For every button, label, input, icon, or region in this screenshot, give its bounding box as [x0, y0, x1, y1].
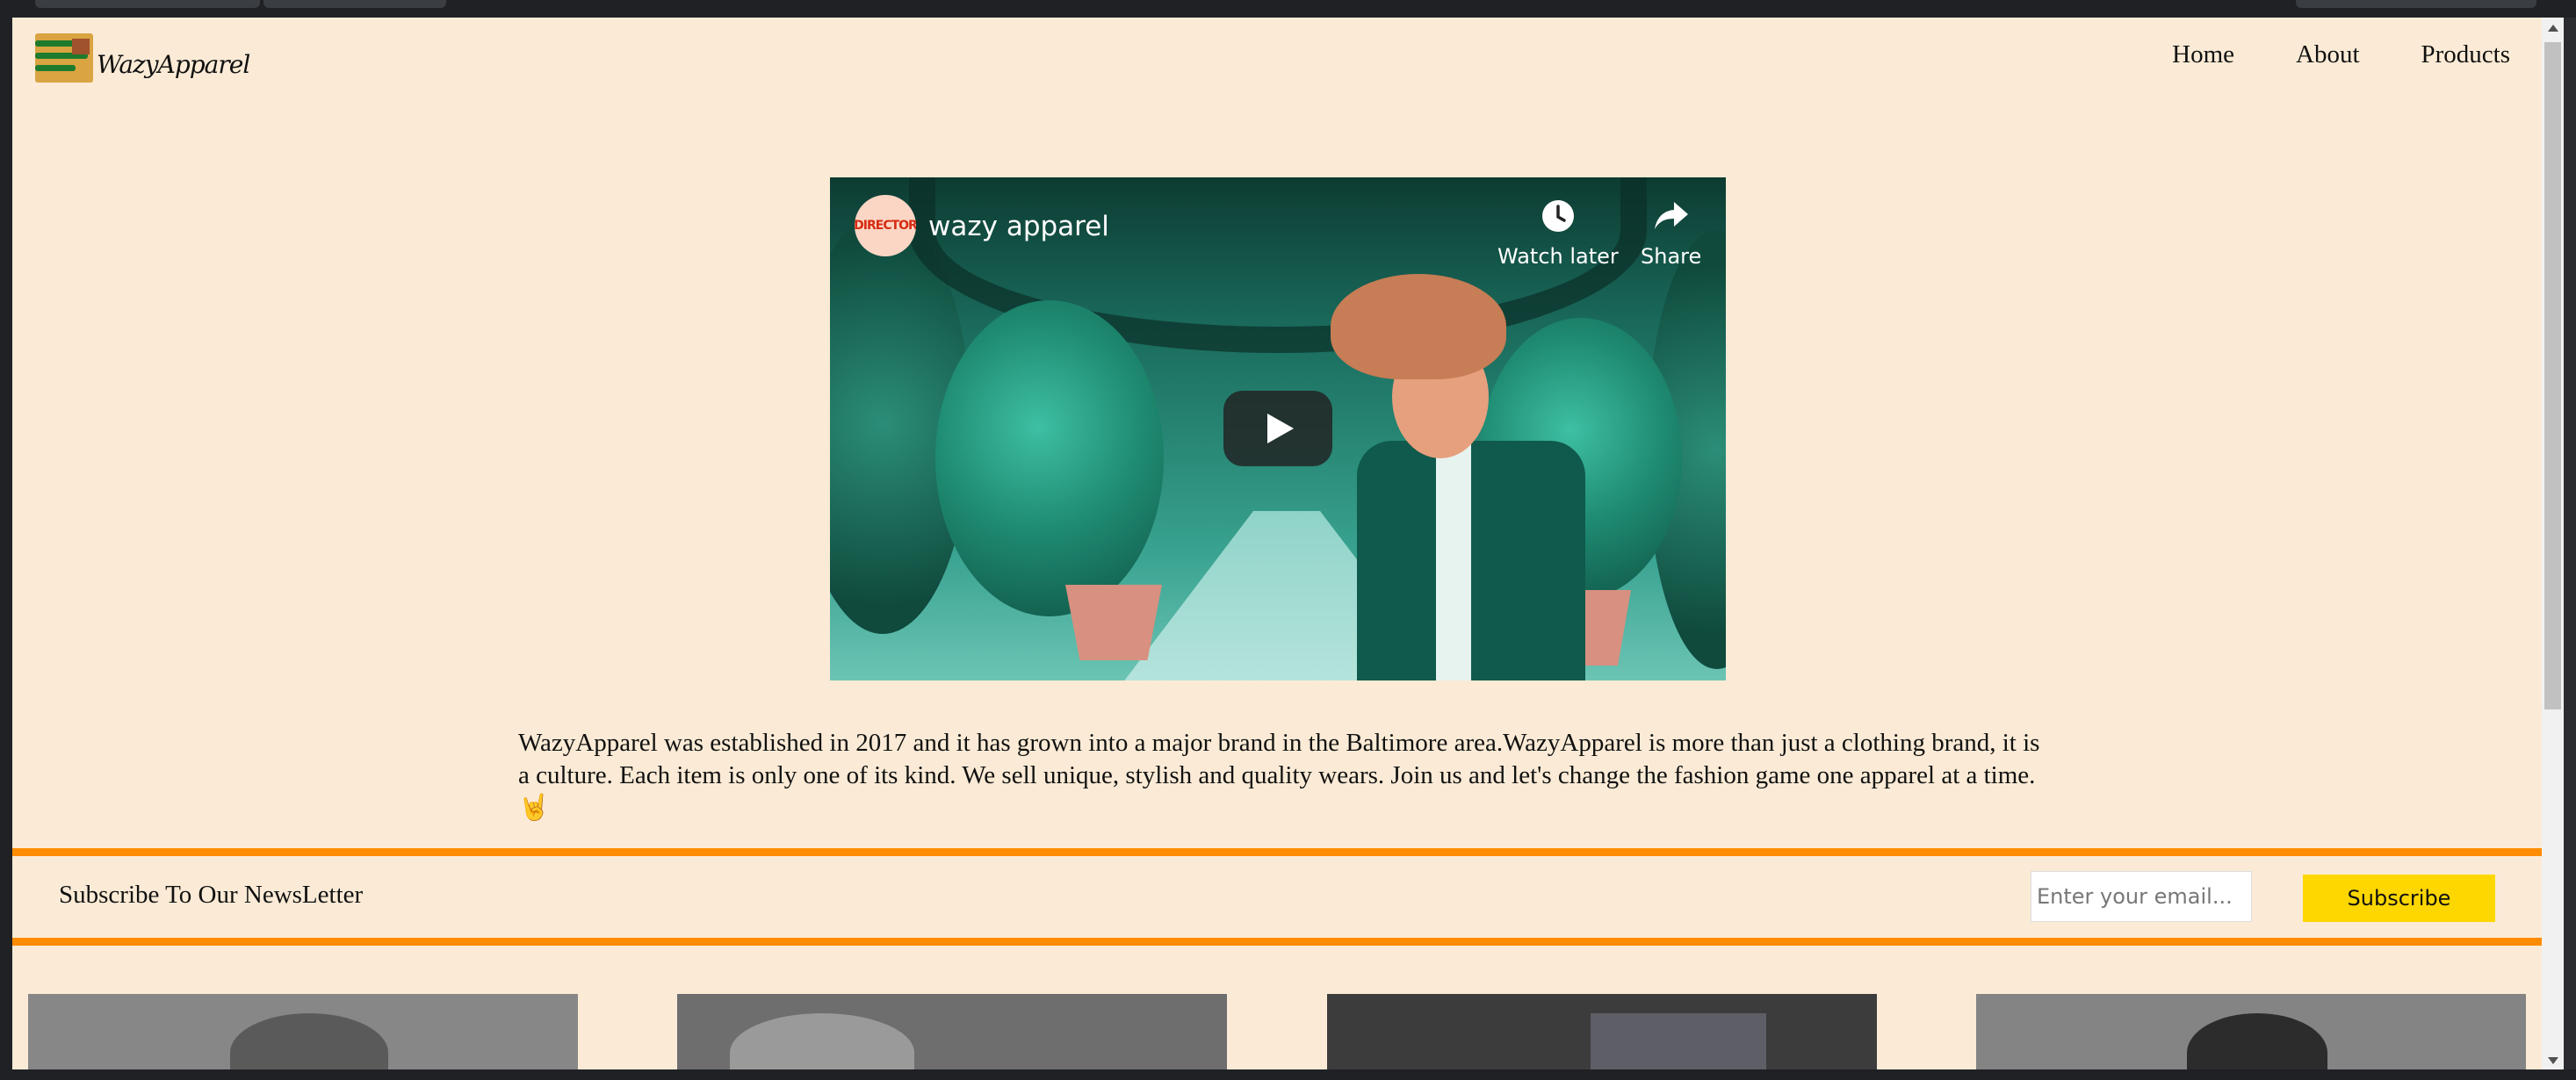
nav-products-link[interactable]: Products [2421, 40, 2511, 69]
browser-top-bar [0, 0, 2576, 18]
watch-later-button[interactable]: Watch later [1497, 197, 1619, 269]
nav-about-link[interactable]: About [2296, 40, 2360, 69]
product-card[interactable] [1976, 994, 2526, 1069]
play-icon [1267, 414, 1294, 443]
browser-bottom-bar [0, 1069, 2576, 1080]
product-image [230, 1013, 388, 1069]
video-player[interactable]: DIRECTOR wazy apparel Watch later Share [830, 177, 1726, 680]
page-viewport: WazyApparel Home About Products DIRECTOR… [12, 18, 2542, 1069]
browser-tab[interactable] [263, 0, 446, 8]
share-button[interactable]: Share [1641, 197, 1701, 269]
channel-avatar[interactable]: DIRECTOR [855, 195, 916, 256]
logo-icon [35, 33, 93, 83]
clock-icon [1539, 197, 1577, 235]
scroll-up-icon[interactable] [2548, 25, 2558, 32]
newsletter-bottom-divider [12, 938, 2542, 946]
browser-right-edge [2564, 18, 2576, 1069]
product-card[interactable] [677, 994, 1227, 1069]
play-button[interactable] [1223, 391, 1332, 466]
browser-tab[interactable] [2296, 0, 2536, 8]
nav-home-link[interactable]: Home [2172, 40, 2234, 69]
scroll-thumb[interactable] [2544, 42, 2561, 709]
channel-badge-text: DIRECTOR [855, 219, 916, 233]
subscribe-button[interactable]: Subscribe [2303, 875, 2495, 922]
newsletter-label: Subscribe To Our NewsLetter [59, 881, 364, 909]
vertical-scrollbar[interactable] [2542, 18, 2564, 1069]
share-label: Share [1641, 244, 1702, 269]
product-image [1591, 1013, 1766, 1069]
scroll-down-icon[interactable] [2548, 1057, 2558, 1064]
product-image [2187, 1013, 2327, 1069]
newsletter-top-divider [12, 848, 2542, 856]
email-input[interactable] [2031, 871, 2252, 922]
rock-hand-emoji: 🤘 [518, 794, 551, 822]
about-paragraph: WazyApparel was established in 2017 and … [518, 727, 2046, 824]
product-image [730, 1013, 914, 1069]
main-nav: Home About Products [2111, 40, 2510, 69]
about-text: WazyApparel was established in 2017 and … [518, 729, 2040, 789]
product-card[interactable] [1327, 994, 1877, 1069]
share-arrow-icon [1652, 197, 1691, 235]
video-title[interactable]: wazy apparel [928, 211, 1109, 242]
brand-name: WazyApparel [97, 49, 250, 79]
brand-logo[interactable]: WazyApparel [35, 33, 250, 83]
watch-later-label: Watch later [1497, 244, 1619, 269]
product-card[interactable] [28, 994, 578, 1069]
browser-tab[interactable] [35, 0, 260, 8]
